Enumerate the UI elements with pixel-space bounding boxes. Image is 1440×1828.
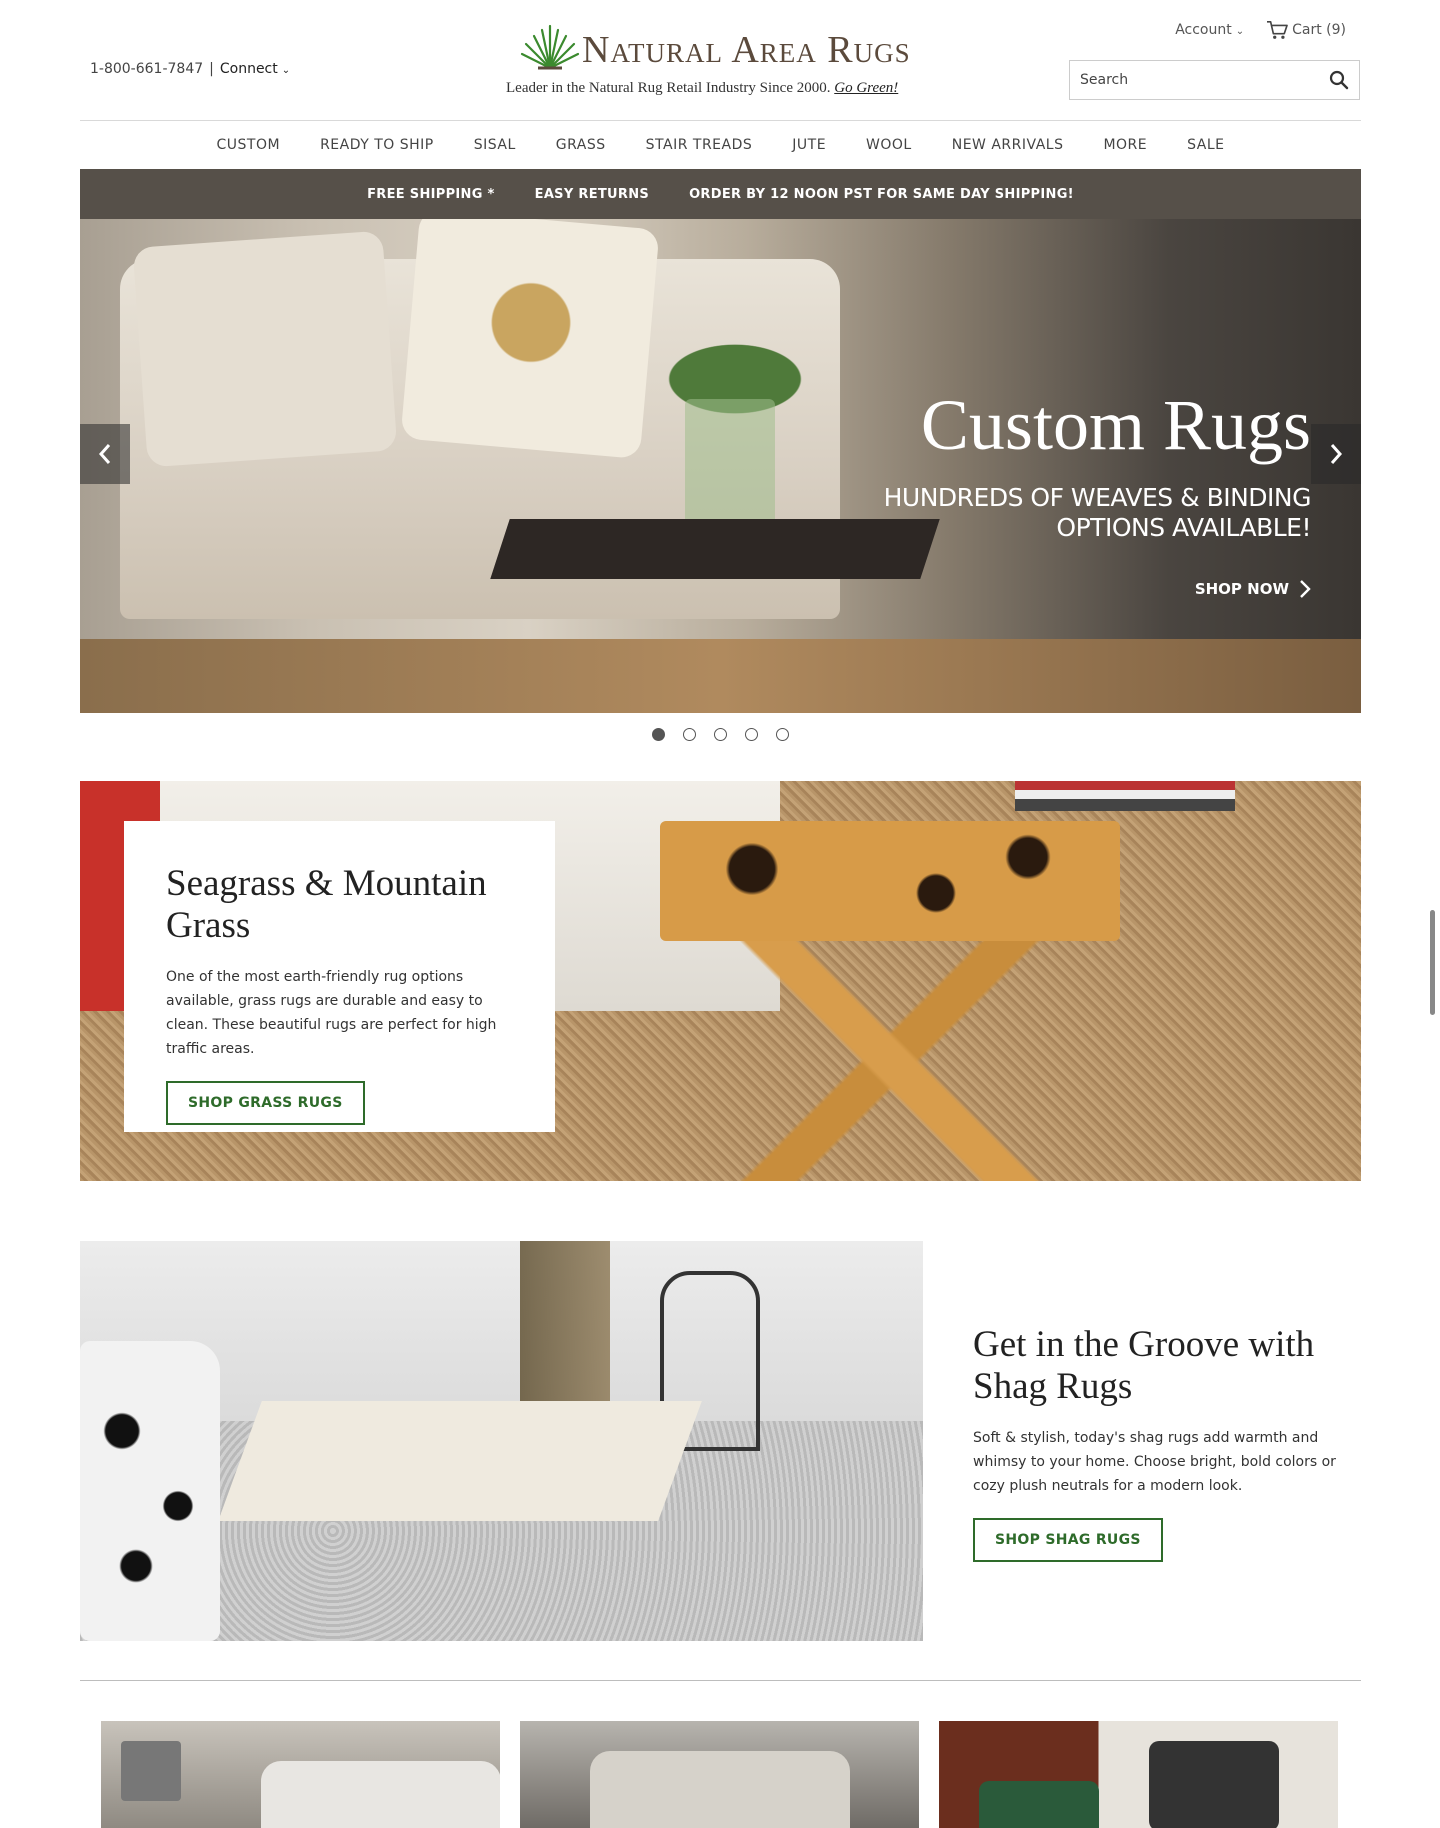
go-green-link[interactable]: Go Green! — [834, 80, 898, 96]
nav-sisal[interactable]: SISAL — [454, 137, 536, 153]
separator: | — [209, 61, 214, 77]
slider-dot-5[interactable] — [775, 728, 789, 741]
chevron-down-icon: ⌄ — [281, 64, 291, 76]
cart-label: Cart (9) — [1292, 22, 1346, 38]
nav-more[interactable]: MORE — [1083, 137, 1167, 153]
slider-dot-1[interactable] — [651, 728, 665, 741]
grass-feature-card: Seagrass & Mountain Grass One of the mos… — [124, 821, 555, 1132]
tile-image-chair — [979, 1781, 1099, 1828]
chevron-left-icon — [98, 444, 111, 464]
tagline-text: Leader in the Natural Rug Retail Industr… — [506, 80, 831, 96]
feature-image-harp — [520, 1241, 610, 1421]
chevron-right-icon — [1300, 580, 1311, 598]
grass-feature-title: Seagrass & Mountain Grass — [166, 863, 487, 946]
page-scrollbar[interactable] — [1430, 910, 1435, 1015]
category-tile-3[interactable] — [939, 1721, 1338, 1828]
shag-feature-text: Get in the Groove with Shag Rugs Soft & … — [973, 1324, 1343, 1562]
hero-slider[interactable]: Custom Rugs HUNDREDS OF WEAVES & BINDING… — [80, 219, 1361, 713]
tile-image-sofa — [590, 1751, 850, 1828]
shag-feature-image[interactable] — [80, 1241, 923, 1641]
cart-link[interactable]: Cart (9) — [1266, 20, 1346, 40]
slider-dot-2[interactable] — [682, 728, 696, 741]
hero-title: Custom Rugs — [920, 385, 1311, 465]
section-divider — [80, 1680, 1361, 1681]
feature-image-books — [1015, 781, 1235, 811]
slider-dots — [0, 728, 1440, 741]
site-header: 1-800-661-7847 | Connect ⌄ Natural Area … — [0, 0, 1440, 120]
shop-shag-rugs-button[interactable]: SHOP SHAG RUGS — [973, 1518, 1163, 1562]
promo-same-day-shipping[interactable]: ORDER BY 12 NOON PST FOR SAME DAY SHIPPI… — [689, 187, 1074, 202]
shag-feature-body: Soft & stylish, today's shag rugs add wa… — [973, 1430, 1336, 1494]
promo-easy-returns[interactable]: EASY RETURNS — [535, 187, 649, 202]
slider-prev-button[interactable] — [80, 424, 130, 484]
hero-image-floor — [80, 639, 1361, 713]
nav-sale[interactable]: SALE — [1167, 137, 1244, 153]
promo-bar: FREE SHIPPING * EASY RETURNS ORDER BY 12… — [80, 169, 1361, 219]
hero-subtitle: HUNDREDS OF WEAVES & BINDING OPTIONS AVA… — [883, 483, 1312, 542]
main-nav: CUSTOM READY TO SHIP SISAL GRASS STAIR T… — [80, 120, 1361, 168]
connect-label: Connect — [219, 61, 278, 77]
search-input[interactable] — [1070, 61, 1319, 99]
hero-cta-label: SHOP NOW — [1194, 580, 1289, 598]
connect-dropdown[interactable]: Connect ⌄ — [220, 61, 290, 77]
hero-image-table — [490, 519, 940, 579]
contact-row: 1-800-661-7847 | Connect ⌄ — [90, 61, 290, 77]
search-button[interactable] — [1319, 61, 1359, 99]
nav-ready-to-ship[interactable]: READY TO SHIP — [300, 137, 454, 153]
hero-image-pillow — [132, 230, 398, 468]
grass-logo-icon — [520, 24, 580, 70]
chevron-down-icon: ⌄ — [1235, 25, 1245, 37]
account-cart-bar: Account ⌄ Cart (9) — [1175, 20, 1346, 40]
shop-grass-rugs-button[interactable]: SHOP GRASS RUGS — [166, 1081, 365, 1125]
account-dropdown[interactable]: Account ⌄ — [1175, 22, 1244, 38]
nav-grass[interactable]: GRASS — [536, 137, 626, 153]
nav-custom[interactable]: CUSTOM — [197, 137, 301, 153]
grass-feature-body: One of the most earth-friendly rug optio… — [166, 969, 497, 1057]
tagline: Leader in the Natural Rug Retail Industr… — [506, 80, 898, 97]
cart-icon — [1267, 21, 1288, 39]
nav-new-arrivals[interactable]: NEW ARRIVALS — [932, 137, 1084, 153]
feature-image-platform — [218, 1401, 702, 1521]
account-label: Account — [1175, 22, 1232, 38]
feature-image-ottoman — [80, 1341, 220, 1641]
slider-dot-3[interactable] — [713, 728, 727, 741]
search-box — [1069, 60, 1360, 100]
nav-wool[interactable]: WOOL — [846, 137, 932, 153]
shag-feature-title: Get in the Groove with Shag Rugs — [973, 1324, 1315, 1407]
promo-free-shipping[interactable]: FREE SHIPPING * — [367, 187, 495, 202]
nav-jute[interactable]: JUTE — [772, 137, 846, 153]
search-icon — [1329, 70, 1349, 90]
hero-text: Custom Rugs HUNDREDS OF WEAVES & BINDING… — [883, 385, 1312, 543]
nav-stair-treads[interactable]: STAIR TREADS — [626, 137, 773, 153]
brand-name: Natural Area Rugs — [582, 29, 911, 71]
tile-image-chair — [261, 1761, 500, 1828]
category-tile-1[interactable] — [101, 1721, 500, 1828]
category-tile-2[interactable] — [520, 1721, 919, 1828]
chevron-right-icon — [1330, 444, 1343, 464]
tile-image-frame — [121, 1741, 181, 1801]
tile-image-pillow — [1149, 1741, 1279, 1828]
phone-number[interactable]: 1-800-661-7847 — [90, 61, 203, 77]
slider-dot-4[interactable] — [744, 728, 758, 741]
feature-image-bench-legs — [700, 941, 1080, 1181]
slider-next-button[interactable] — [1311, 424, 1361, 484]
feature-image-bench — [660, 821, 1120, 941]
hero-shop-now-link[interactable]: SHOP NOW — [1195, 579, 1311, 599]
